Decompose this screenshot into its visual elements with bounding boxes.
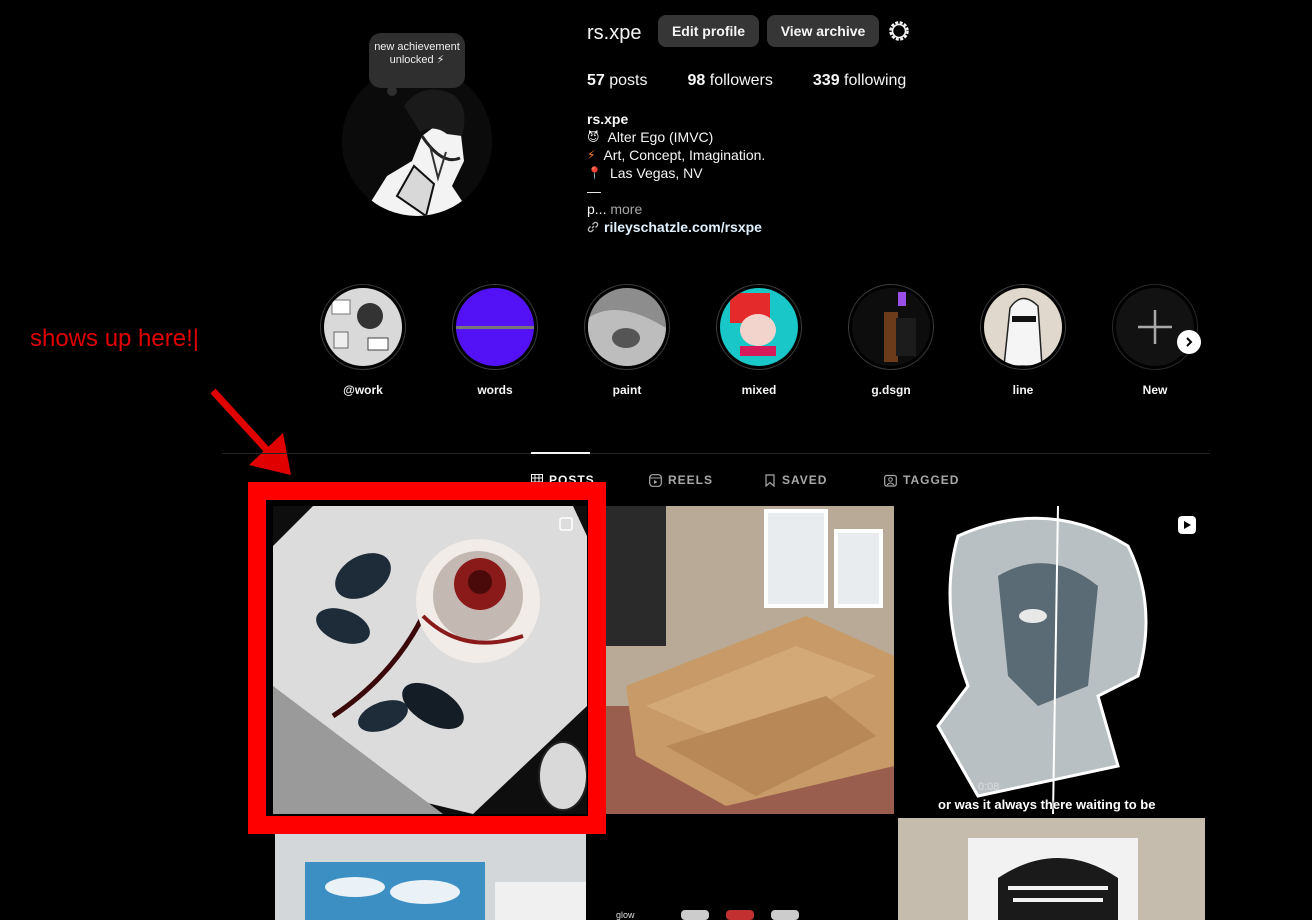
- reel-caption: or was it always there waiting to be: [938, 797, 1156, 812]
- profile-note[interactable]: new achievement unlocked ⚡: [369, 33, 465, 96]
- post-glow-text: glow: [616, 910, 635, 920]
- view-archive-button[interactable]: View archive: [767, 15, 879, 47]
- active-tab-indicator: [531, 452, 590, 454]
- bio-name: rs.xpe: [587, 111, 629, 127]
- highlight-work[interactable]: @work: [318, 284, 408, 397]
- link-icon: [587, 221, 599, 233]
- bookmark-icon: [765, 473, 775, 487]
- post-cardboard-pile[interactable]: [606, 506, 894, 814]
- post-cans[interactable]: [606, 832, 894, 920]
- bio-line-1: 😈 Alter Ego (IMVC): [587, 129, 714, 145]
- highlight-mixed[interactable]: mixed: [714, 284, 804, 397]
- highlight-gdsgn[interactable]: g.dsgn: [846, 284, 936, 397]
- annotation-arrow-icon: [210, 388, 291, 475]
- post-statue-reel[interactable]: [898, 506, 1205, 814]
- bio-external-link[interactable]: rileyschatzle.com/rsxpe: [587, 218, 765, 236]
- followers-count[interactable]: 98 followers: [688, 72, 773, 90]
- highlight-paint[interactable]: paint: [582, 284, 672, 397]
- reels-icon: [649, 473, 662, 487]
- bio-more-link[interactable]: more: [610, 201, 642, 217]
- bio-truncated: p... more: [587, 201, 643, 217]
- tab-reels[interactable]: REELS: [649, 473, 713, 487]
- annotation-highlight-box: [248, 482, 606, 834]
- profile-stats: 57 posts 98 followers 339 following: [587, 72, 946, 90]
- profile-bio: rs.xpe 😈 Alter Ego (IMVC) ⚡ Art, Concept, …: [587, 110, 765, 236]
- devil-icon: 😈: [587, 130, 600, 144]
- tagged-icon: [884, 474, 897, 487]
- highlights-next-chevron-icon[interactable]: [1177, 330, 1201, 354]
- tabs-divider: [222, 453, 1210, 454]
- profile-avatar[interactable]: [342, 66, 492, 216]
- edit-profile-button[interactable]: Edit profile: [658, 15, 759, 47]
- highlight-words[interactable]: words: [450, 284, 540, 397]
- tab-tagged[interactable]: TAGGED: [884, 473, 959, 487]
- post-sketch-paper[interactable]: [898, 818, 1205, 920]
- posts-count[interactable]: 57 posts: [587, 72, 648, 90]
- plus-icon: [1138, 310, 1172, 344]
- lightning-icon: ⚡: [587, 148, 596, 162]
- following-count[interactable]: 339 following: [813, 72, 906, 90]
- pin-icon: 📍: [587, 166, 602, 180]
- post-sky-painting[interactable]: [275, 832, 586, 920]
- reel-timer: 0:08: [978, 781, 1000, 793]
- tab-saved[interactable]: SAVED: [764, 473, 827, 487]
- annotation-text: shows up here!|: [30, 325, 199, 352]
- profile-username: rs.xpe: [587, 22, 642, 44]
- bio-dash: —: [587, 183, 601, 199]
- bio-line-3: 📍 Las Vegas, NV: [587, 165, 703, 181]
- bio-line-2: ⚡ Art, Concept, Imagination.: [587, 147, 766, 163]
- highlight-line[interactable]: line: [978, 284, 1068, 397]
- settings-gear-icon[interactable]: [887, 19, 911, 43]
